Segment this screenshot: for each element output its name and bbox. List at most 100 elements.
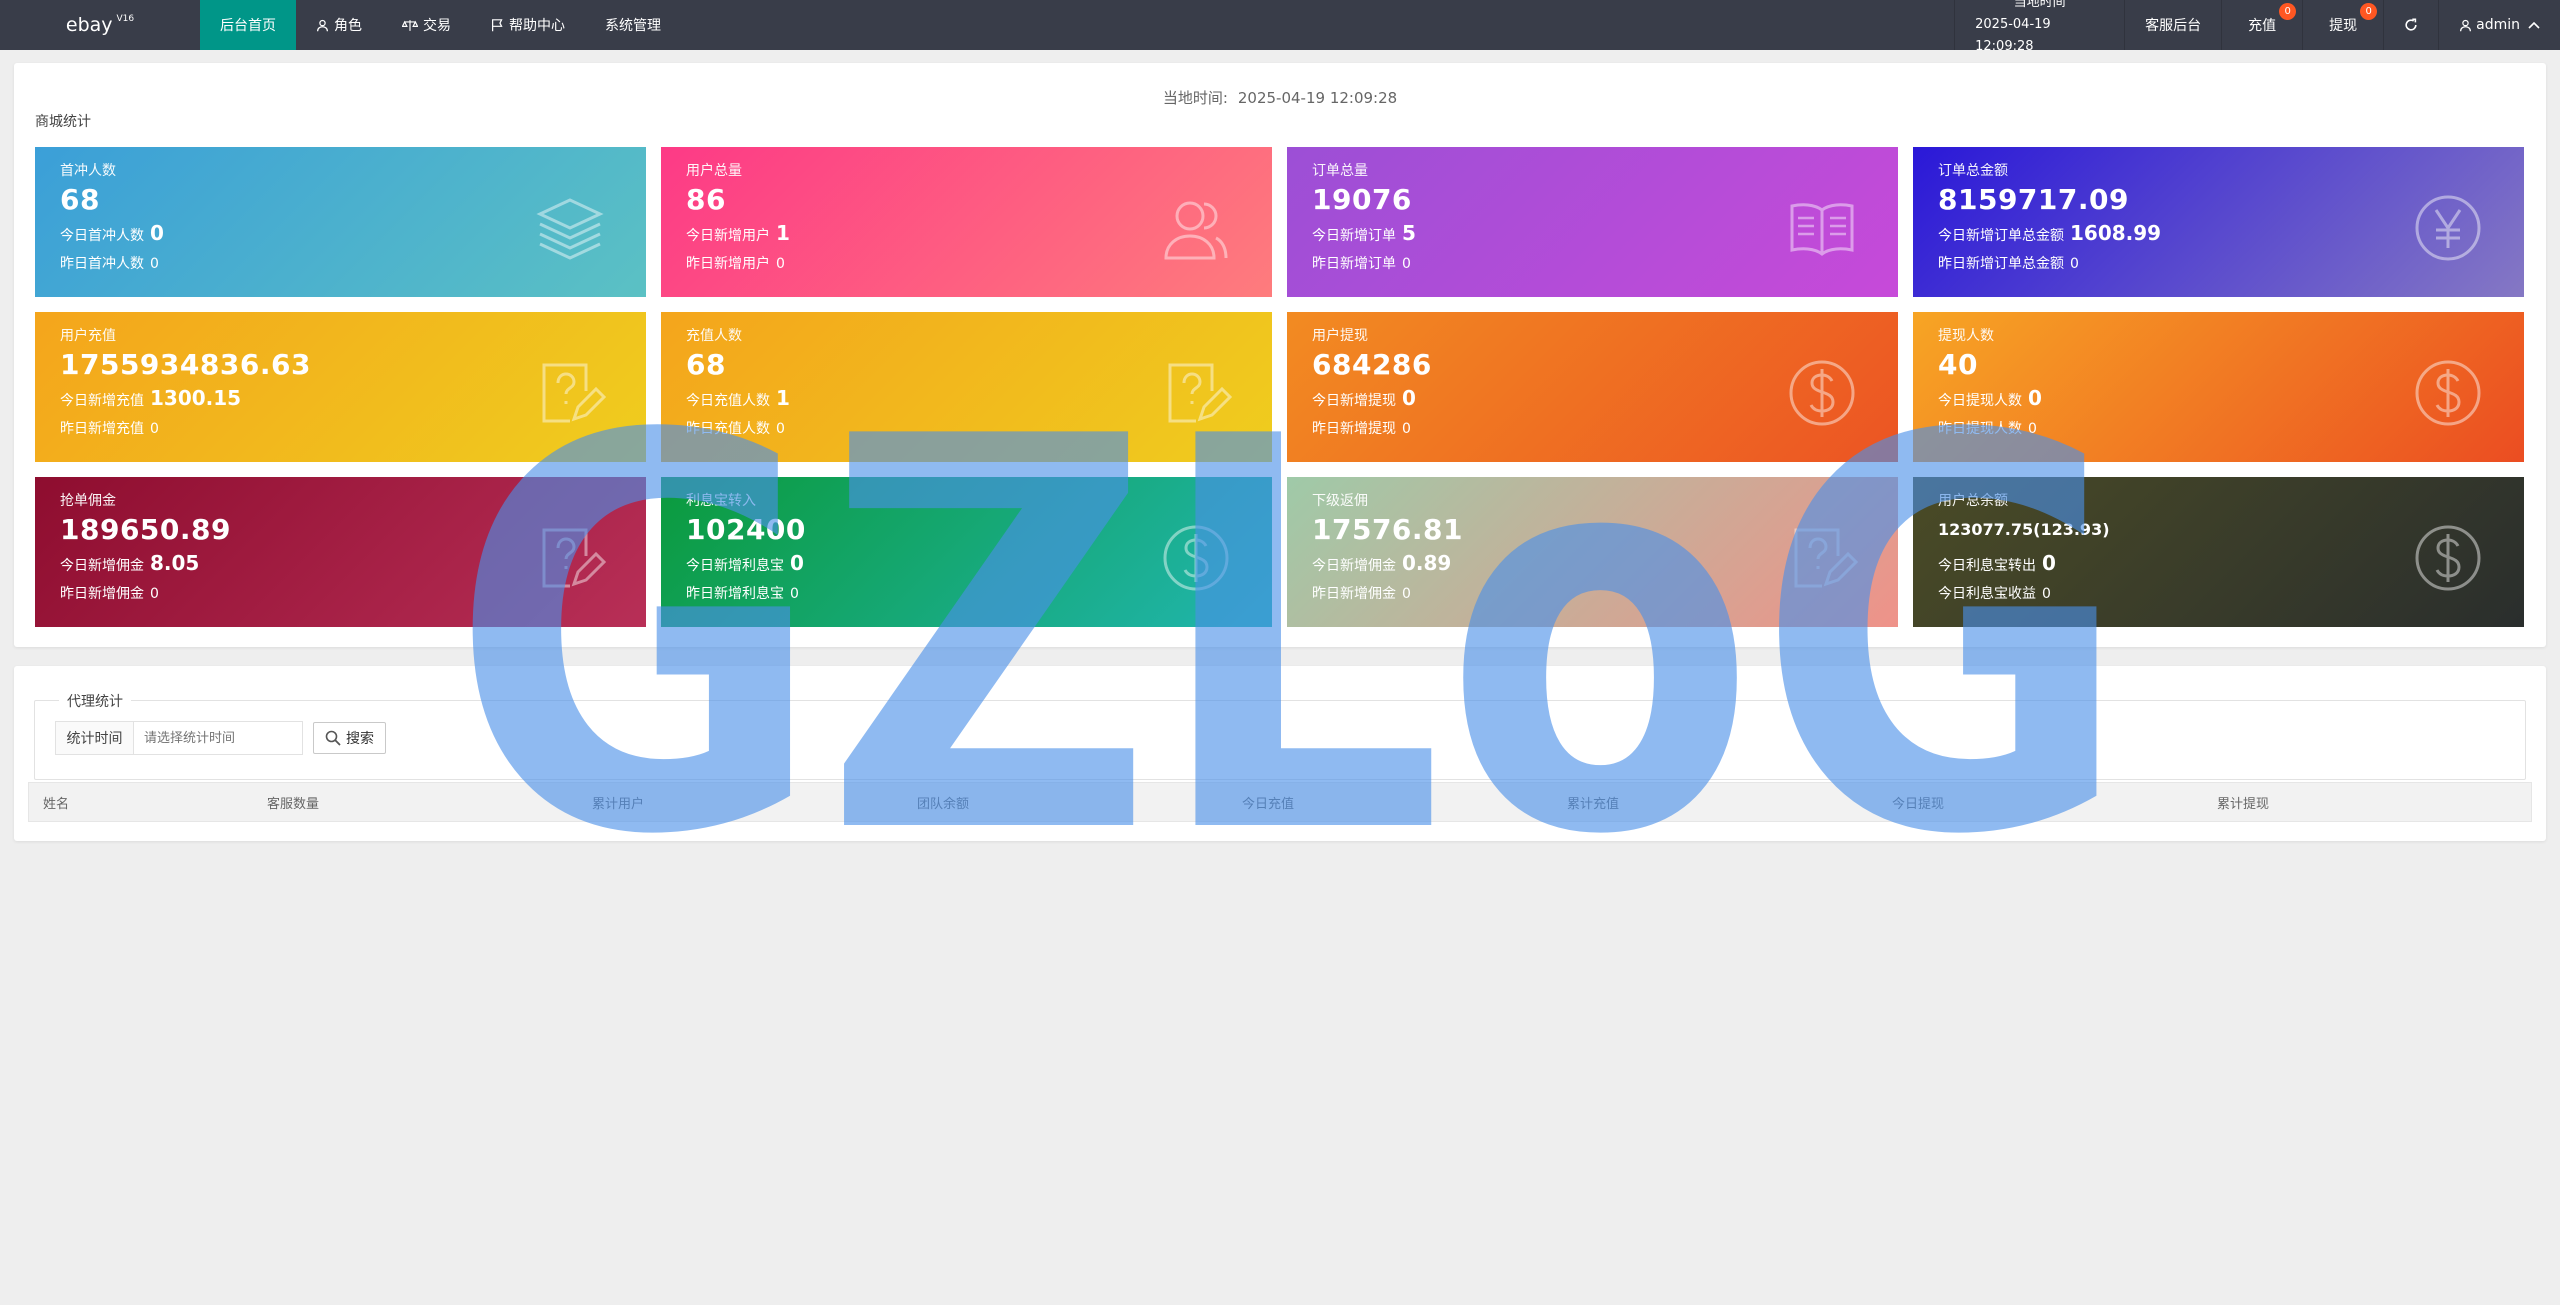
search-button[interactable]: 搜索 — [313, 722, 386, 754]
stat-tile: 用户充值 1755934836.63 今日新增充值 1300.15 昨日新增充值 0 — [35, 312, 646, 462]
right-nav: 当地时间 2025-04-19 12:09:28 客服后台 充值 0 提现 0 … — [1954, 0, 2560, 54]
refresh-icon — [2405, 18, 2417, 31]
withdraw-link[interactable]: 提现 0 — [2302, 0, 2383, 50]
search-icon — [325, 730, 341, 746]
nav-system[interactable]: 系统管理 — [585, 0, 681, 50]
col-total-recharge: 累计充值 — [1567, 796, 1620, 812]
tile-yesterday-label: 昨日新增订单 — [1312, 256, 1396, 272]
stat-tile: 用户总量 86 今日新增用户 1 昨日新增用户 0 — [661, 147, 1272, 297]
stats-grid: 首冲人数 68 今日首冲人数 0 昨日首冲人数 0 用户总量 86 今日新增用户 1 昨日新增用户 0… — [35, 147, 2524, 627]
service-label: 客服后台 — [2145, 18, 2202, 34]
dollar-icon — [1789, 360, 1855, 426]
tile-today-label: 今日新增佣金 — [60, 558, 144, 574]
tile-today-value: 1 — [776, 386, 790, 410]
tile-today-label: 今日充值人数 — [686, 393, 770, 409]
admin-menu[interactable]: admin — [2438, 0, 2560, 50]
mall-stats-card: 当地时间: 2025-04-19 12:09:28 商城统计 首冲人数 68 今日首冲… — [14, 63, 2546, 647]
tile-yesterday-label: 昨日首冲人数 — [60, 256, 144, 272]
nav-help-label: 帮助中心 — [509, 18, 565, 34]
tile-title: 用户充值 — [60, 328, 116, 344]
withdraw-label: 提现 — [2329, 18, 2358, 34]
stat-tile: 下级返佣 17576.81 今日新增佣金 0.89 昨日新增佣金 0 — [1287, 477, 1898, 627]
tile-today-label: 今日利息宝转出 — [1938, 558, 2036, 574]
tile-title: 用户提现 — [1312, 328, 1368, 344]
tile-title: 充值人数 — [686, 328, 742, 344]
date-range-input[interactable] — [133, 721, 303, 755]
tile-yesterday-label: 昨日新增提现 — [1312, 421, 1396, 437]
tile-yesterday-label: 昨日新增充值 — [60, 421, 144, 437]
scale-icon — [402, 19, 418, 31]
tile-yesterday-value: 0 — [790, 586, 799, 602]
stat-tile: 抢单佣金 189650.89 今日新增佣金 8.05 昨日新增佣金 0 — [35, 477, 646, 627]
tile-yesterday-value: 0 — [2042, 586, 2051, 602]
recharge-link[interactable]: 充值 0 — [2221, 0, 2302, 50]
agent-filter-fieldset: 代理统计 统计时间 搜索 — [34, 691, 2526, 780]
tile-yesterday-label: 昨日新增利息宝 — [686, 586, 784, 602]
nav-role[interactable]: 角色 — [296, 0, 382, 50]
tile-yesterday-value: 0 — [1402, 586, 1411, 602]
nav-trade[interactable]: 交易 — [382, 0, 471, 50]
logo[interactable]: ebay V16 — [0, 0, 200, 50]
agent-legend: 代理统计 — [59, 691, 131, 711]
col-total-withdraw: 累计提现 — [2217, 796, 2270, 812]
stat-tile: 用户提现 684286 今日新增提现 0 昨日新增提现 0 — [1287, 312, 1898, 462]
tile-today-label: 今日新增订单总金额 — [1938, 228, 2064, 244]
col-today-recharge: 今日充值 — [1242, 796, 1295, 812]
stat-tile: 提现人数 40 今日提现人数 0 昨日提现人数 0 — [1913, 312, 2524, 462]
edit-icon — [1794, 528, 1858, 588]
tile-title: 用户总量 — [686, 163, 742, 179]
current-time-value: 2025-04-19 12:09:28 — [1237, 89, 1398, 107]
admin-label: admin — [2476, 17, 2520, 33]
col-service-count: 客服数量 — [267, 796, 320, 812]
nav-help[interactable]: 帮助中心 — [471, 0, 585, 50]
book-icon — [1790, 203, 1854, 256]
tile-yesterday-label: 昨日新增订单总金额 — [1938, 256, 2064, 272]
user-icon — [317, 19, 328, 31]
stat-tile: 充值人数 68 今日充值人数 1 昨日充值人数 0 — [661, 312, 1272, 462]
dollar-icon — [2415, 525, 2481, 591]
col-name: 姓名 — [43, 796, 70, 812]
stat-tile: 用户总余额 123077.75(123.93) 今日利息宝转出 0 今日利息宝收益 0 — [1913, 477, 2524, 627]
user-icon — [2460, 19, 2472, 31]
tile-yesterday-label: 今日利息宝收益 — [1938, 586, 2036, 602]
local-time: 当地时间 2025-04-19 12:09:28 — [1954, 0, 2124, 54]
section-title: 商城统计 — [35, 114, 91, 130]
local-time-value: 2025-04-19 12:09:28 — [1975, 17, 2051, 54]
tile-title: 用户总余额 — [1938, 493, 2008, 509]
tile-today-value: 0 — [790, 551, 804, 575]
tile-today-label: 今日提现人数 — [1938, 393, 2022, 409]
tile-today-label: 今日新增充值 — [60, 393, 144, 409]
filter-label: 统计时间 — [55, 721, 133, 755]
tile-today-value: 1608.99 — [2070, 221, 2162, 245]
tile-yesterday-label: 昨日新增用户 — [686, 256, 770, 272]
tile-yesterday-value: 0 — [776, 256, 785, 272]
tile-today-value: 8.05 — [150, 551, 200, 575]
tile-today-value: 0.89 — [1402, 551, 1452, 575]
service-link[interactable]: 客服后台 — [2124, 0, 2221, 50]
refresh-button[interactable] — [2383, 0, 2438, 50]
local-time-label: 当地时间 — [2013, 0, 2066, 10]
tile-yesterday-label: 昨日提现人数 — [1938, 421, 2022, 437]
stat-tile: 订单总量 19076 今日新增订单 5 昨日新增订单 0 — [1287, 147, 1898, 297]
tile-today-value: 0 — [2042, 551, 2056, 575]
agent-stats-card: 代理统计 统计时间 搜索 姓名 客服数量 累计用户 团队余额 今日充值 累计充值… — [14, 666, 2546, 841]
search-label: 搜索 — [346, 731, 374, 747]
tile-yesterday-value: 0 — [2070, 256, 2079, 272]
tile-today-value: 0 — [2028, 386, 2042, 410]
stat-tile: 订单总金额 8159717.09 今日新增订单总金额 1608.99 昨日新增订单总金额… — [1913, 147, 2524, 297]
yen-icon — [2415, 195, 2481, 261]
tile-yesterday-label: 昨日新增佣金 — [1312, 586, 1396, 602]
tile-title: 下级返佣 — [1312, 493, 1368, 509]
tile-title: 订单总金额 — [1938, 163, 2008, 179]
recharge-badge: 0 — [2279, 3, 2297, 20]
stat-tile: 利息宝转入 102400 今日新增利息宝 0 昨日新增利息宝 0 — [661, 477, 1272, 627]
tile-today-value: 1 — [776, 221, 790, 245]
tile-today-label: 今日新增用户 — [686, 228, 770, 244]
nav-home[interactable]: 后台首页 — [200, 0, 296, 50]
tile-title: 抢单佣金 — [60, 493, 116, 509]
col-today-withdraw: 今日提现 — [1892, 796, 1945, 812]
users-icon — [1164, 201, 1228, 260]
recharge-label: 充值 — [2248, 18, 2277, 34]
logo-version: V16 — [116, 14, 135, 24]
tile-title: 订单总量 — [1312, 163, 1368, 179]
